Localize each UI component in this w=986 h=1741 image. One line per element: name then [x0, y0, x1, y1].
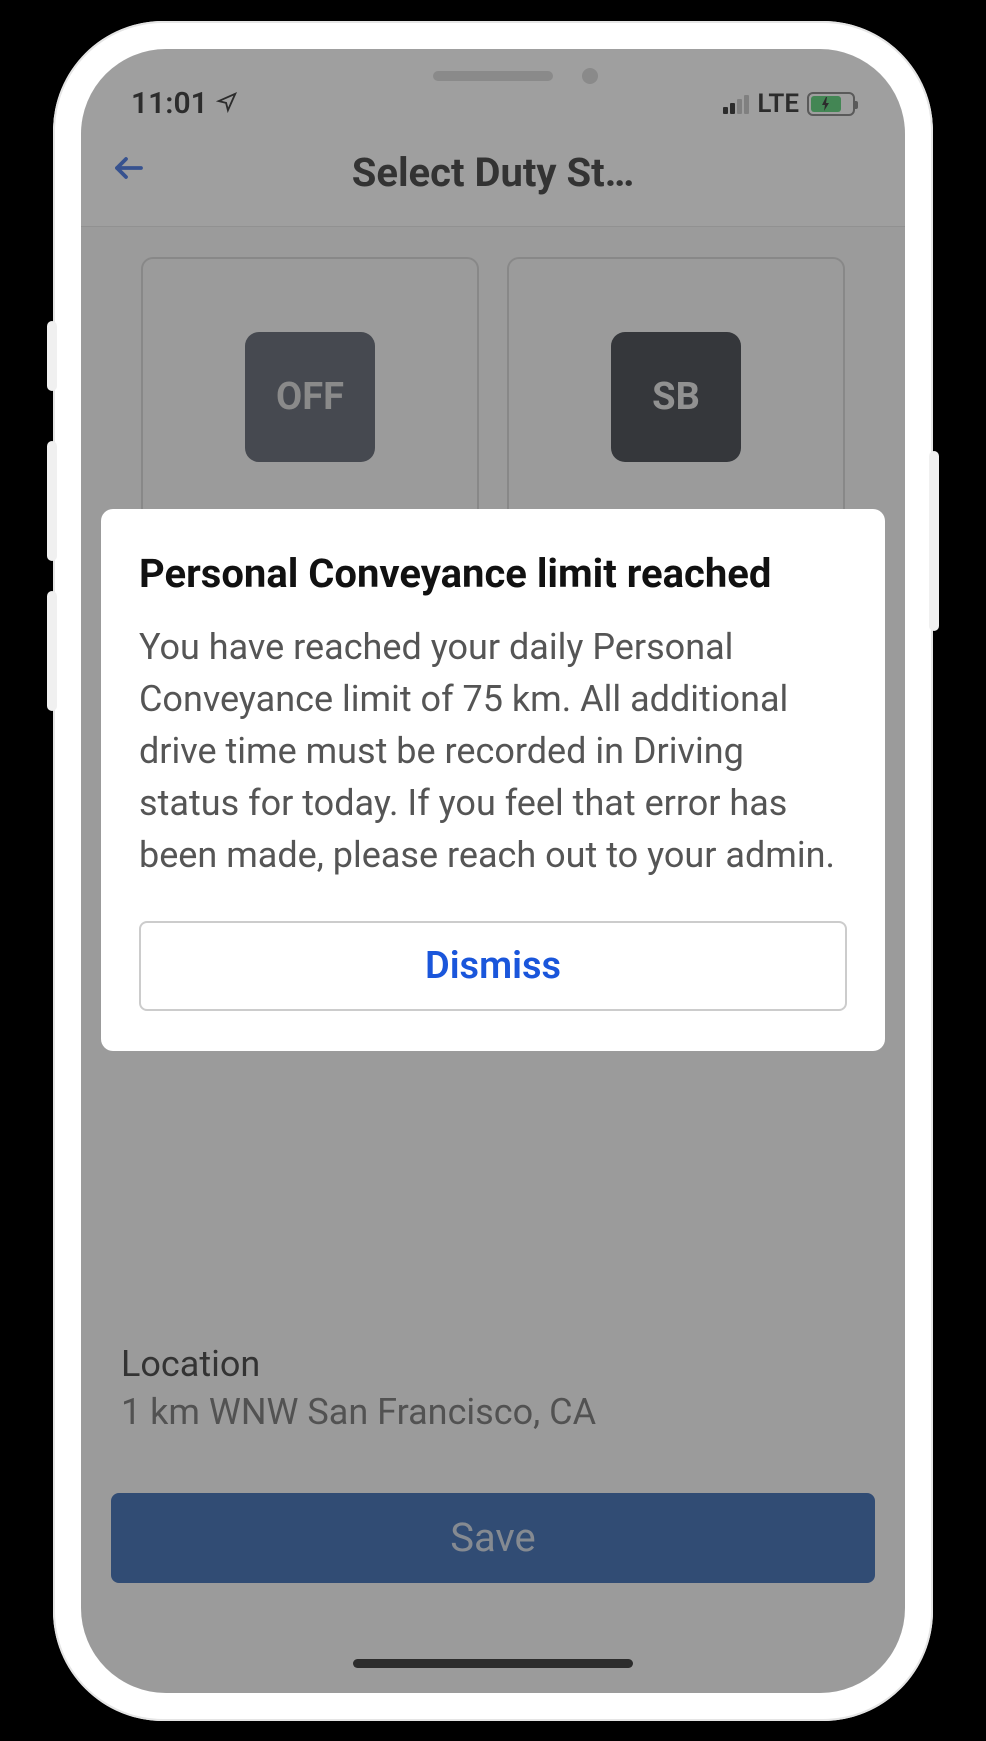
- dismiss-button[interactable]: Dismiss: [139, 921, 847, 1011]
- side-button: [47, 441, 57, 561]
- modal-title: Personal Conveyance limit reached: [139, 549, 847, 599]
- side-button: [929, 451, 939, 631]
- dismiss-button-label: Dismiss: [425, 944, 561, 988]
- side-button: [47, 321, 57, 391]
- screen: 11:01 LTE: [81, 49, 905, 1693]
- side-button: [47, 591, 57, 711]
- modal-body: You have reached your daily Personal Con…: [139, 621, 847, 882]
- phone-frame: 11:01 LTE: [53, 21, 933, 1721]
- alert-modal: Personal Conveyance limit reached You ha…: [101, 509, 885, 1052]
